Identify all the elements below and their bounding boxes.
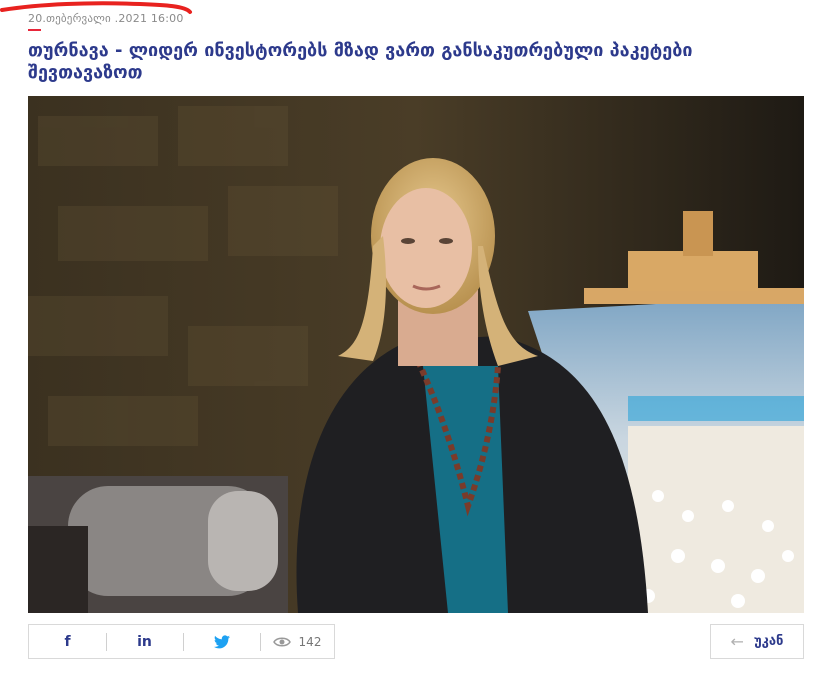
arrow-left-icon: ←	[730, 632, 744, 651]
back-button[interactable]: ← უკან	[710, 624, 804, 659]
facebook-icon: f	[64, 633, 71, 650]
twitter-share-button[interactable]	[183, 625, 260, 658]
twitter-icon	[213, 634, 230, 648]
linkedin-icon: in	[137, 633, 152, 650]
share-bar: f in 142	[28, 624, 335, 659]
date-accent-line	[28, 29, 41, 31]
eye-icon	[272, 637, 291, 646]
facebook-share-button[interactable]: f	[29, 625, 106, 658]
article-date: 20.თებერვალი .2021 16:00	[28, 12, 184, 25]
linkedin-share-button[interactable]: in	[106, 625, 183, 658]
article-title: თურნავა - ლიდერ ინვესტორებს მზად ვართ გა…	[28, 40, 693, 83]
back-label: უკან	[753, 634, 784, 649]
views-count: 142	[298, 634, 322, 649]
article-photo	[28, 96, 804, 613]
views-counter: 142	[260, 625, 334, 658]
